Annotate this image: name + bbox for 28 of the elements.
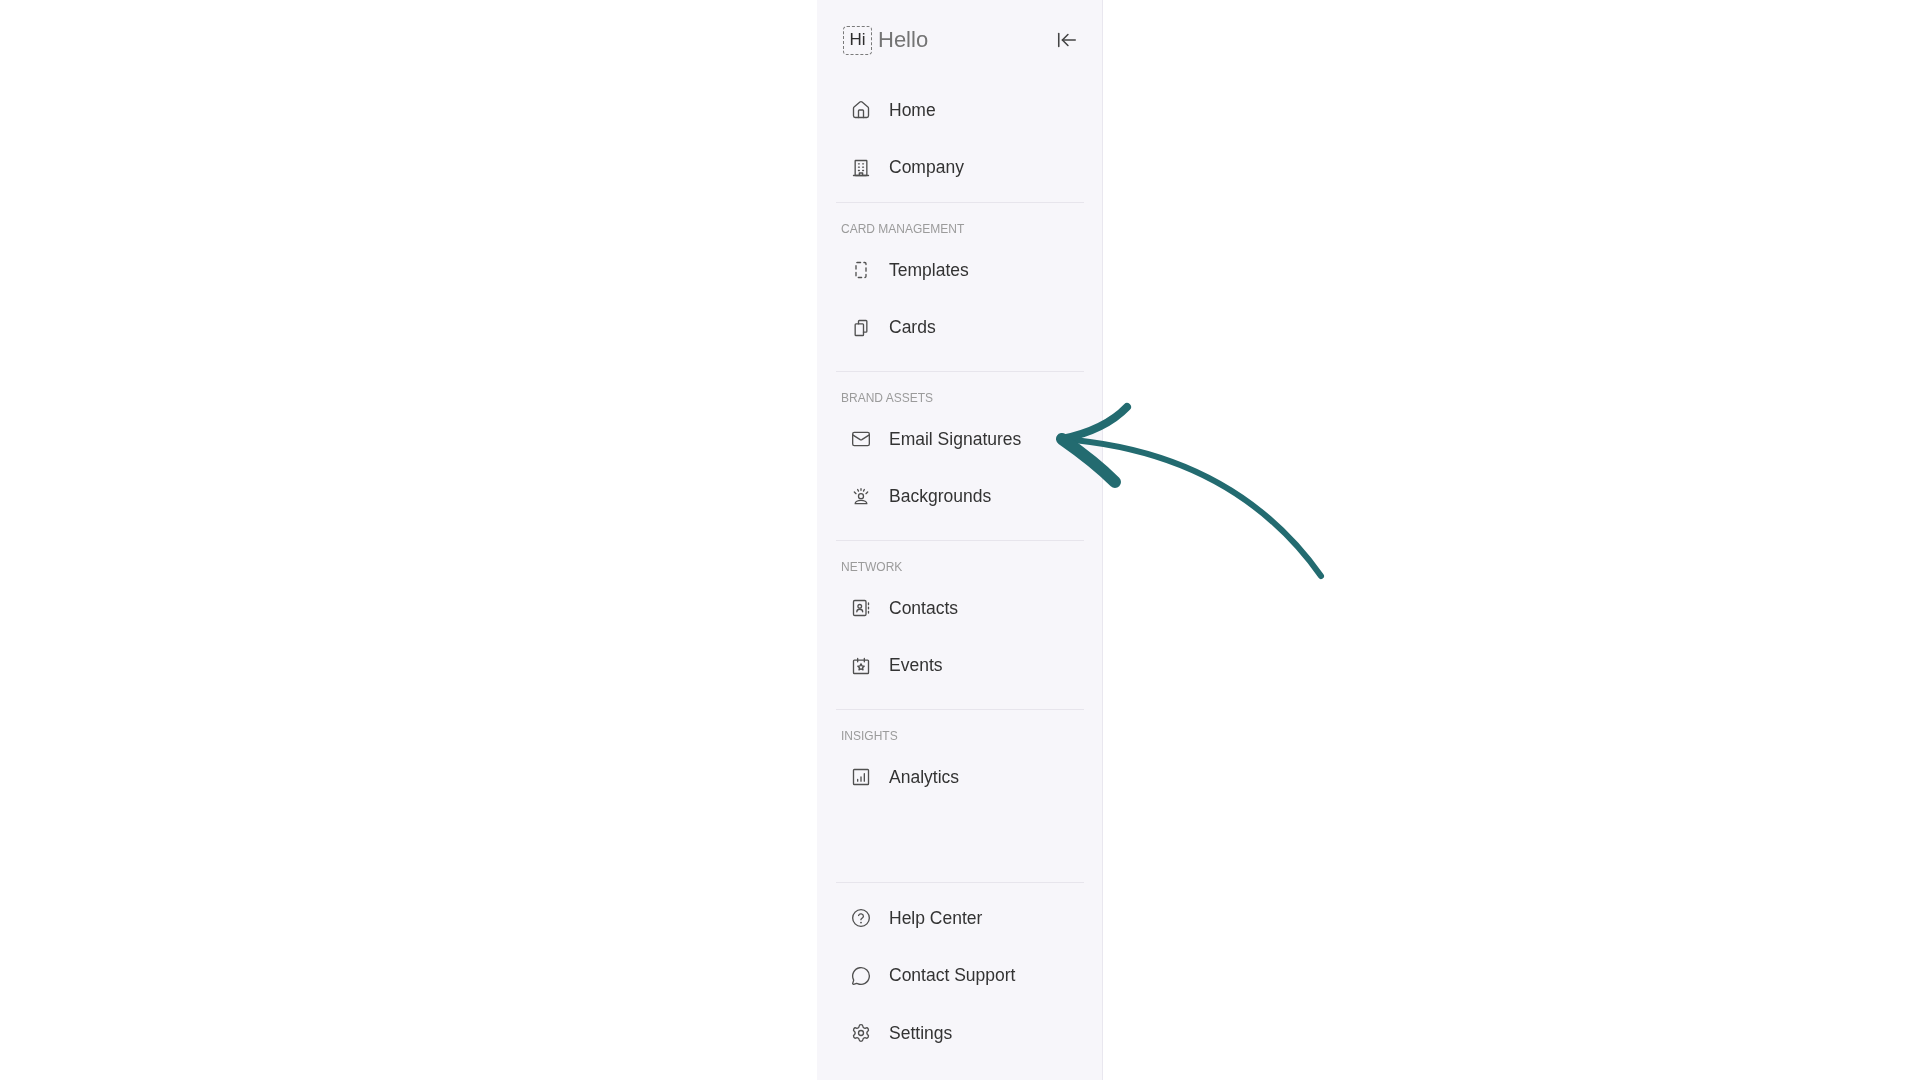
nav-item[interactable]: Contacts [836, 585, 974, 631]
nav-item[interactable]: Help Center [836, 895, 998, 941]
nav-item[interactable]: Cards [836, 304, 951, 351]
nav-item[interactable]: Backgrounds [836, 473, 1007, 520]
help-icon [851, 908, 871, 928]
nav-item[interactable]: Templates [836, 247, 984, 293]
app-name: Hello [878, 27, 929, 53]
section-heading: CARD MANAGEMENT [841, 221, 965, 236]
building-icon [851, 157, 871, 178]
nav-item[interactable]: Settings [836, 1010, 968, 1056]
nav-item[interactable]: Analytics [836, 754, 975, 800]
section-heading: BRAND ASSETS [841, 390, 934, 405]
home-icon [851, 100, 871, 120]
settings-icon [851, 1023, 871, 1043]
speech-bubble-icon [851, 965, 871, 986]
envelope-icon [851, 429, 871, 449]
nav-item[interactable]: Company [836, 144, 979, 191]
calendar-star-icon [851, 655, 871, 676]
contact-card-icon [851, 598, 871, 618]
bar-chart-icon [851, 767, 871, 787]
section-heading: NETWORK [841, 559, 903, 574]
section-heading: INSIGHTS [841, 728, 898, 743]
nav-item[interactable]: Contact Support [836, 952, 1031, 999]
nav-item[interactable]: Home [836, 87, 951, 133]
nav-item[interactable]: Email Signatures [836, 416, 1037, 462]
person-rays-icon [851, 486, 871, 507]
logo-mark: Hi [843, 25, 872, 55]
nav-item[interactable]: Events [836, 642, 958, 689]
